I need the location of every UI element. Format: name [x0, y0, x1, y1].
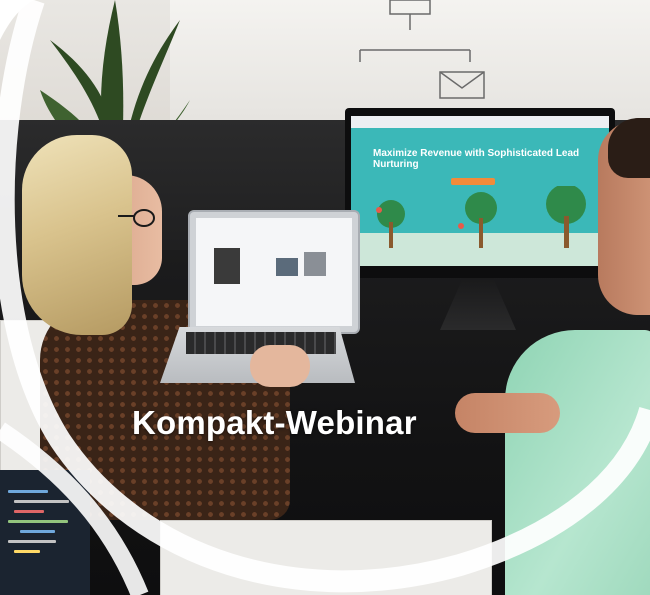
code-screen — [0, 470, 90, 595]
woman-blonde-hair — [22, 135, 132, 335]
code-line — [8, 520, 68, 523]
glasses-icon — [118, 209, 155, 227]
monitor-screen: Maximize Revenue with Sophisticated Lead… — [351, 116, 609, 266]
code-line — [14, 550, 40, 553]
laptop-screen — [196, 218, 352, 326]
man-mint-shirt — [505, 330, 650, 595]
code-line — [14, 510, 44, 513]
code-line — [8, 490, 48, 493]
monitor-headline: Maximize Revenue with Sophisticated Lead… — [373, 148, 580, 170]
laptop-photo-thumb — [214, 248, 240, 284]
monitor-cta — [451, 178, 495, 185]
laptop-photo-thumb — [276, 258, 298, 276]
man-hand — [455, 393, 560, 433]
desktop-monitor: Maximize Revenue with Sophisticated Lead… — [345, 108, 615, 278]
code-line — [20, 530, 55, 533]
whiteboard-sketch — [359, 0, 485, 99]
webinar-photo: Maximize Revenue with Sophisticated Lead… — [0, 0, 650, 595]
tree-illustration — [376, 186, 586, 248]
code-line — [8, 540, 56, 543]
code-line — [14, 500, 69, 503]
laptop-photo-thumb — [304, 252, 326, 276]
woman-hand — [250, 345, 310, 387]
cabinet-right — [160, 520, 492, 595]
laptop — [188, 210, 360, 334]
banner-title: Kompakt-Webinar — [132, 404, 417, 441]
